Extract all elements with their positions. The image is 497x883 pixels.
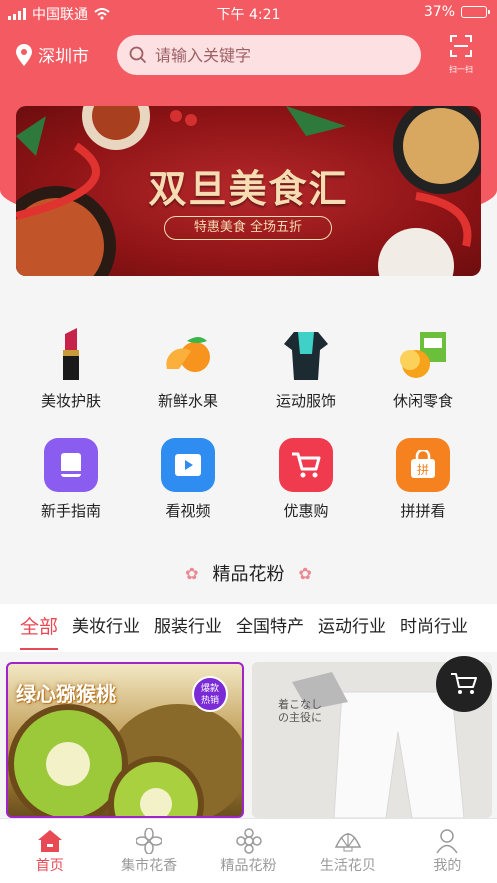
- scan-button[interactable]: 扫一扫: [444, 34, 478, 74]
- tab-fashion[interactable]: 时尚行业: [400, 604, 468, 652]
- category-label: 优惠购: [283, 502, 329, 520]
- category-group-buy[interactable]: 拼 拼拼看: [368, 438, 478, 521]
- cart-icon: [451, 673, 477, 694]
- category-label: 休闲零食: [392, 392, 453, 410]
- battery-percent: 37%: [423, 4, 455, 20]
- top-bar: 深圳市 扫一扫: [0, 34, 497, 76]
- category-sportswear[interactable]: 运动服饰: [251, 328, 361, 411]
- tab-clothing[interactable]: 服装行业: [154, 604, 222, 652]
- tab-label: 生活花贝: [319, 858, 376, 874]
- cart-icon: [279, 438, 333, 492]
- blossom-icon: [235, 828, 262, 854]
- snack-icon: [396, 328, 450, 382]
- category-label: 新鲜水果: [157, 392, 218, 410]
- tab-label: 首页: [35, 858, 64, 874]
- tab-home[interactable]: 首页: [0, 819, 99, 883]
- banner-subtitle: 特惠美食 全场五折: [164, 216, 332, 240]
- floating-cart-button[interactable]: [436, 656, 492, 712]
- location-selector[interactable]: 深圳市: [16, 42, 89, 67]
- category-label: 新手指南: [40, 502, 101, 520]
- product-caption: 着こなしの主役に: [278, 698, 322, 724]
- tab-label: 集市花香: [121, 858, 178, 874]
- tab-specialty[interactable]: 全国特产: [236, 604, 304, 652]
- section-title: 精品花粉: [212, 564, 285, 585]
- section-header: ✿ 精品花粉 ✿: [0, 560, 497, 586]
- tab-life[interactable]: 生活花贝: [298, 819, 397, 883]
- bottom-tab-bar: 首页 集市花香 精品花粉 生活花贝 我的: [0, 818, 497, 883]
- bag-icon: 拼: [396, 438, 450, 492]
- category-fruit[interactable]: 新鲜水果: [133, 328, 243, 411]
- tab-label: 精品花粉: [220, 858, 277, 874]
- search-bar[interactable]: [117, 35, 421, 75]
- category-tabs: 全部 美妆行业 服装行业 全国特产 运动行业 时尚行业: [0, 604, 497, 652]
- tab-beauty[interactable]: 美妆行业: [72, 604, 140, 652]
- city-label: 深圳市: [38, 47, 89, 67]
- category-makeup[interactable]: 美妆护肤: [16, 328, 126, 411]
- product-card-kiwi[interactable]: 绿心猕猴桃 爆款 热销: [6, 662, 244, 818]
- lipstick-icon: [44, 328, 98, 382]
- tab-all[interactable]: 全部: [20, 604, 59, 652]
- location-pin-icon: [16, 43, 32, 66]
- shell-icon: [334, 833, 362, 852]
- flower-icon: ✿: [298, 563, 312, 583]
- category-label: 美妆护肤: [40, 392, 101, 410]
- category-snacks[interactable]: 休闲零食: [368, 328, 478, 411]
- promo-banner[interactable]: 双旦美食汇 特惠美食 全场五折: [16, 106, 481, 276]
- jersey-icon: [279, 328, 333, 382]
- status-time: 下午 4:21: [216, 7, 281, 23]
- category-label: 运动服饰: [275, 392, 336, 410]
- tab-pollen[interactable]: 精品花粉: [199, 819, 298, 883]
- product-title: 绿心猕猴桃: [16, 682, 116, 706]
- badge-line: 爆款: [200, 684, 219, 694]
- battery-icon: [461, 6, 490, 18]
- scan-icon: [450, 35, 472, 57]
- category-video[interactable]: 看视频: [133, 438, 243, 521]
- tab-market[interactable]: 集市花香: [99, 819, 198, 883]
- svg-text:拼: 拼: [417, 463, 429, 477]
- banner-title: 双旦美食汇: [148, 166, 349, 211]
- search-icon: [129, 46, 147, 64]
- user-icon: [436, 829, 458, 854]
- category-label: 看视频: [165, 502, 211, 520]
- orange-icon: [161, 328, 215, 382]
- category-deals[interactable]: 优惠购: [251, 438, 361, 521]
- badge-line: 热销: [200, 696, 219, 706]
- category-guide[interactable]: 新手指南: [16, 438, 126, 521]
- search-input[interactable]: [155, 45, 395, 65]
- tab-sports[interactable]: 运动行业: [318, 604, 386, 652]
- tab-mine[interactable]: 我的: [398, 819, 497, 883]
- flower-icon: ✿: [185, 563, 199, 583]
- flower-icon: [136, 828, 163, 854]
- hot-sale-badge: 爆款 热销: [192, 676, 228, 712]
- tab-label: 我的: [433, 858, 462, 874]
- video-icon: [161, 438, 215, 492]
- status-bar: 中国联通 下午 4:21 37%: [0, 0, 497, 26]
- home-icon: [37, 830, 62, 852]
- scan-label: 扫一扫: [449, 65, 473, 74]
- book-icon: [44, 438, 98, 492]
- category-label: 拼拼看: [400, 502, 446, 520]
